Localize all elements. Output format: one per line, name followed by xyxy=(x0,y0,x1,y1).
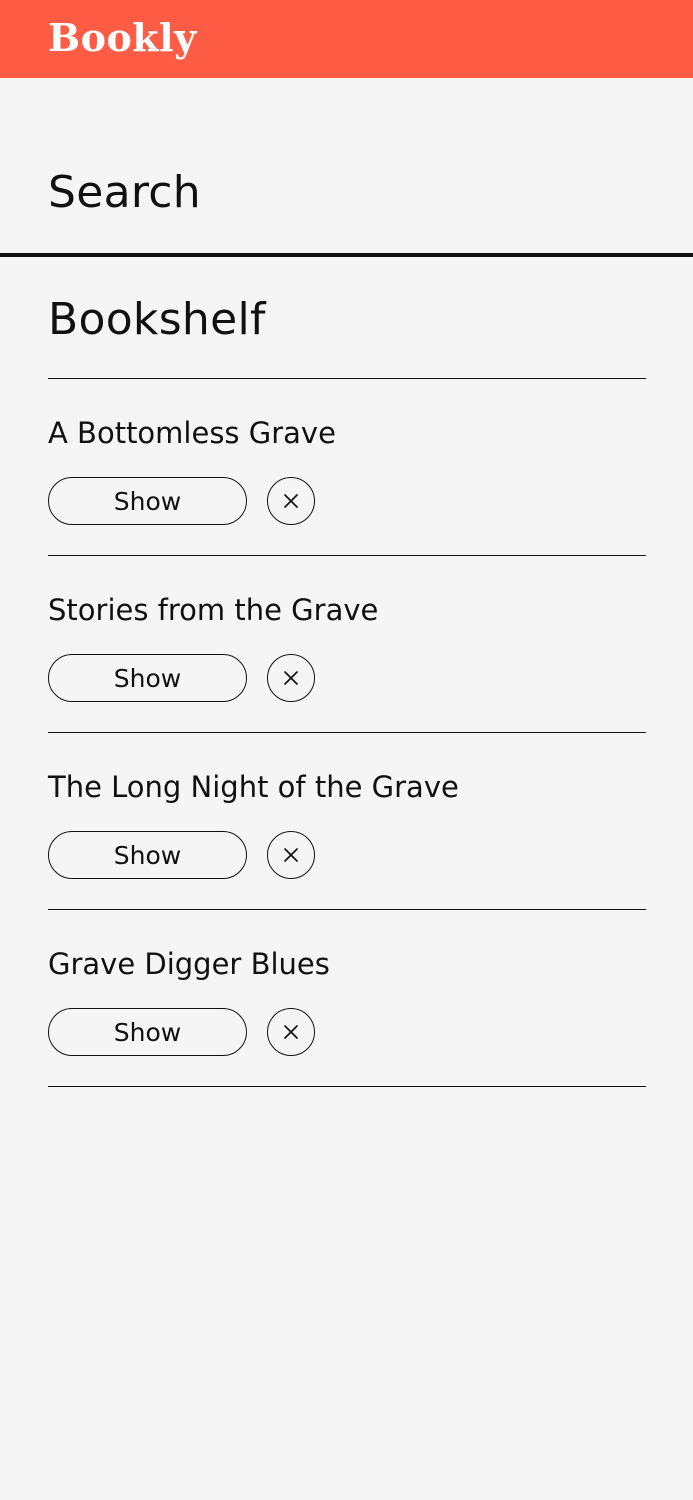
show-book-button[interactable]: Show xyxy=(48,477,247,525)
show-book-button[interactable]: Show xyxy=(48,831,247,879)
close-icon xyxy=(284,494,298,508)
close-icon xyxy=(284,671,298,685)
search-link[interactable]: Search xyxy=(48,166,201,220)
remove-book-button[interactable] xyxy=(267,477,315,525)
close-icon xyxy=(284,1025,298,1039)
book-list-item: Grave Digger Blues Show xyxy=(48,910,646,1087)
close-icon xyxy=(284,848,298,862)
book-actions: Show xyxy=(48,477,315,525)
app-root: Bookly Search Bookshelf A Bottomless Gra… xyxy=(0,0,693,1500)
book-title: The Long Night of the Grave xyxy=(48,770,459,804)
book-list-item: Stories from the Grave Show xyxy=(48,556,646,733)
book-actions: Show xyxy=(48,654,315,702)
book-title: Stories from the Grave xyxy=(48,593,379,627)
book-title: A Bottomless Grave xyxy=(48,416,336,450)
show-book-button[interactable]: Show xyxy=(48,654,247,702)
book-list-item: The Long Night of the Grave Show xyxy=(48,733,646,910)
app-logo[interactable]: Bookly xyxy=(48,14,197,62)
remove-book-button[interactable] xyxy=(267,654,315,702)
book-actions: Show xyxy=(48,831,315,879)
bookshelf-title: Bookshelf xyxy=(48,294,266,345)
remove-book-button[interactable] xyxy=(267,1008,315,1056)
book-list: A Bottomless Grave Show Stories from the… xyxy=(48,379,646,1087)
book-list-item: A Bottomless Grave Show xyxy=(48,379,646,556)
book-actions: Show xyxy=(48,1008,315,1056)
bookshelf-section: Bookshelf A Bottomless Grave Show Storie… xyxy=(0,257,693,1087)
app-header: Bookly xyxy=(0,0,693,78)
remove-book-button[interactable] xyxy=(267,831,315,879)
book-title: Grave Digger Blues xyxy=(48,947,330,981)
show-book-button[interactable]: Show xyxy=(48,1008,247,1056)
search-section: Search xyxy=(0,78,693,257)
